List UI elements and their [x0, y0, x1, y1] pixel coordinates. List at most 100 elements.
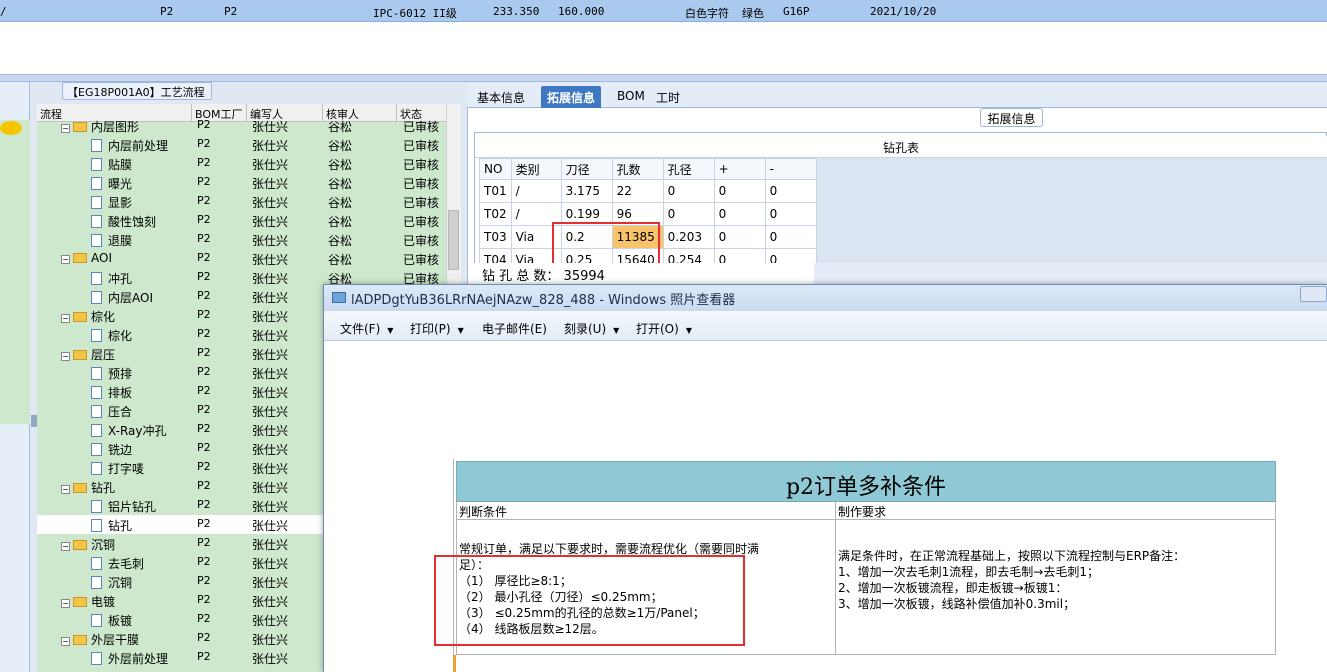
process-name: − AOI [61, 251, 112, 265]
collapse-icon[interactable]: − [61, 124, 70, 133]
process-name: − 沉铜 [61, 536, 115, 553]
selected-order-row[interactable]: / P2 P2 IPC-6012 II级 233.350 160.000 白色字… [0, 0, 1327, 22]
bom-cell: P2 [197, 327, 211, 340]
document-icon [91, 272, 102, 285]
collapse-icon[interactable]: − [61, 352, 70, 361]
hole-total: 钻 孔 总 数： 35994 [474, 263, 814, 285]
menu-print[interactable]: 打印(P) ▼ [410, 320, 464, 337]
chat-bubble-icon[interactable] [0, 121, 22, 135]
folder-icon [73, 483, 87, 493]
bom-cell: P2 [197, 137, 211, 150]
process-name-text: 沉铜 [108, 576, 133, 590]
chevron-down-icon: ▼ [685, 326, 692, 335]
header-cell[interactable]: NO [479, 158, 512, 180]
process-name: − 内层图形 [61, 118, 139, 135]
document-icon [91, 234, 102, 247]
collapse-icon[interactable]: − [61, 255, 70, 264]
process-row[interactable]: 贴膜 P2 张仕兴 谷松 已审核 [37, 154, 446, 173]
collapse-icon[interactable]: − [61, 485, 70, 494]
process-name-text: 内层前处理 [108, 139, 169, 153]
cell: 0 [764, 225, 817, 249]
extended-info-title: 拓展信息 [980, 108, 1043, 127]
process-row[interactable]: − AOI P2 张仕兴 谷松 已审核 [37, 249, 446, 268]
writer-cell: 张仕兴 [252, 538, 289, 552]
bom-cell: P2 [197, 156, 211, 169]
header-cell[interactable]: 类别 [510, 158, 562, 180]
status-cell: 已审核 [403, 139, 440, 153]
menu-file[interactable]: 文件(F) ▼ [340, 320, 393, 337]
bom-cell: P2 [197, 346, 211, 359]
header-cell[interactable]: - [764, 158, 817, 180]
process-name-text: 沉铜 [91, 538, 116, 552]
bom-cell: P2 [197, 517, 211, 530]
writer-cell: 张仕兴 [252, 519, 289, 533]
menu-burn[interactable]: 刻录(U) ▼ [564, 320, 619, 337]
minimize-button[interactable] [1300, 286, 1327, 302]
bom-cell: P2 [197, 612, 211, 625]
bom-cell: P2 [197, 270, 211, 283]
tab-bom[interactable]: BOM [611, 86, 651, 108]
bom-cell: P2 [197, 650, 211, 663]
tab-basic-info[interactable]: 基本信息 [471, 86, 531, 108]
status-cell: 已审核 [403, 196, 440, 210]
bom-cell: P2 [197, 631, 211, 644]
bom-cell: P2 [197, 251, 211, 264]
process-name-text: 棕化 [91, 310, 116, 324]
process-name-text: 内层AOI [108, 291, 153, 305]
writer-cell: 张仕兴 [252, 272, 289, 286]
scrollbar-thumb[interactable] [448, 210, 459, 270]
process-row[interactable]: 酸性蚀刻 P2 张仕兴 谷松 已审核 [37, 211, 446, 230]
folder-icon [73, 312, 87, 322]
process-row[interactable]: 退膜 P2 张仕兴 谷松 已审核 [37, 230, 446, 249]
menu-file-label: 文件(F) [340, 322, 381, 336]
bom-cell: P2 [197, 213, 211, 226]
writer-cell: 张仕兴 [252, 158, 289, 172]
cell: T03 [479, 225, 512, 249]
tab-work-hours[interactable]: 工时 [650, 86, 686, 108]
process-name-text: 酸性蚀刻 [108, 215, 157, 229]
writer-cell: 张仕兴 [252, 405, 289, 419]
collapse-icon[interactable]: − [61, 599, 70, 608]
menu-burn-label: 刻录(U) [564, 322, 607, 336]
reviewer-cell: 谷松 [328, 196, 353, 210]
process-row[interactable]: 内层前处理 P2 张仕兴 谷松 已审核 [37, 135, 446, 154]
document-icon [91, 196, 102, 209]
collapse-icon[interactable]: − [61, 314, 70, 323]
bom-cell: P2 [197, 593, 211, 606]
writer-cell: 张仕兴 [252, 196, 289, 210]
process-name: 打字唛 [91, 460, 144, 477]
process-row[interactable]: 显影 P2 张仕兴 谷松 已审核 [37, 192, 446, 211]
horizontal-splitter[interactable] [0, 74, 1327, 82]
document-icon [91, 652, 102, 665]
process-name-text: 预排 [108, 367, 133, 381]
table-row[interactable]: T01/3.175 22 0 0 0 [479, 179, 817, 203]
collapse-icon[interactable]: − [61, 637, 70, 646]
sheet-col1-header: 判断条件 [456, 502, 836, 520]
viewer-menu-bar: 文件(F) ▼ 打印(P) ▼ 电子邮件(E) 刻录(U) ▼ 打开(O) ▼ [324, 311, 1327, 341]
header-cell[interactable]: + [713, 158, 766, 180]
process-name-text: 外层干膜 [91, 633, 140, 647]
header-cell[interactable]: 孔径 [662, 158, 715, 180]
process-name: X-Ray冲孔 [91, 422, 166, 439]
cell: 绿色 [742, 7, 764, 20]
menu-email[interactable]: 电子邮件(E) [482, 320, 547, 337]
menu-open[interactable]: 打开(O) ▼ [636, 320, 692, 337]
reviewer-cell: 谷松 [328, 253, 353, 267]
document-icon [91, 215, 102, 228]
writer-cell: 张仕兴 [252, 500, 289, 514]
process-name: 铝片钻孔 [91, 498, 156, 515]
process-name: − 电镀 [61, 593, 115, 610]
document-icon [91, 291, 102, 304]
process-name-text: 打字唛 [108, 462, 145, 476]
writer-cell: 张仕兴 [252, 139, 289, 153]
document-icon [91, 462, 102, 475]
bom-cell: P2 [197, 384, 211, 397]
header-cell[interactable]: 孔数 [611, 158, 664, 180]
process-row[interactable]: 曝光 P2 张仕兴 谷松 已审核 [37, 173, 446, 192]
bom-cell: P2 [197, 175, 211, 188]
process-row[interactable]: − 内层图形 P2 张仕兴 谷松 已审核 [37, 116, 446, 135]
header-cell[interactable]: 刀径 [560, 158, 613, 180]
collapse-icon[interactable]: − [61, 542, 70, 551]
tab-extended-info[interactable]: 拓展信息 [541, 86, 602, 108]
cell: 0 [662, 202, 715, 226]
